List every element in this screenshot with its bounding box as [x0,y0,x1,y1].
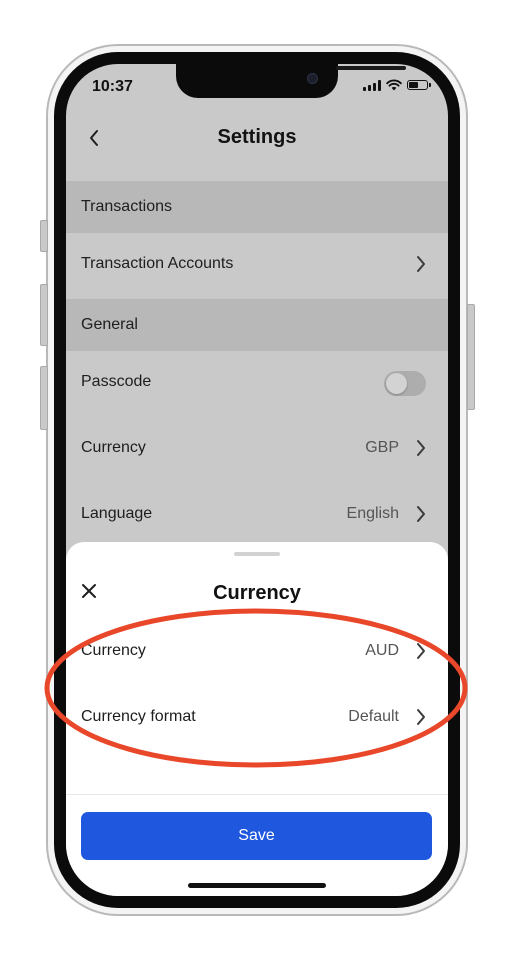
power-button [467,304,475,410]
row-label: Currency [81,439,146,456]
settings-row-language[interactable]: Language English [66,483,448,547]
chevron-right-icon [417,709,425,725]
section-header-transactions: Transactions [66,181,448,233]
volume-up-button [40,284,48,346]
section-header-label: Transactions [81,198,172,215]
nav-bar: Settings [66,114,448,162]
silent-switch [40,220,48,252]
toggle-knob [386,373,407,394]
row-value: Default [348,708,399,725]
battery-icon [407,80,431,90]
sheet-row-currency-format[interactable]: Currency format Default [66,686,448,750]
chevron-right-icon [417,506,425,522]
sheet-grabber[interactable] [234,552,280,556]
section-header-general: General [66,299,448,351]
currency-bottom-sheet: Currency Currency AUD Currency format De… [66,542,448,896]
row-label: Currency format [81,708,196,725]
row-label: Passcode [81,373,152,390]
row-label: Currency [81,642,146,659]
notch [176,64,406,98]
sheet-title: Currency [213,582,301,604]
status-icons [363,79,431,91]
screen: 10:37 Settings Transactions Transaction … [66,64,448,896]
front-camera [307,73,318,84]
settings-row-currency[interactable]: Currency GBP [66,417,448,481]
sheet-row-currency[interactable]: Currency AUD [66,620,448,684]
wifi-icon [386,79,402,91]
volume-down-button [40,366,48,430]
speaker-grille [336,66,406,70]
row-value: AUD [365,642,399,659]
signal-icon [363,79,381,91]
row-label: Language [81,505,153,522]
section-header-label: General [81,316,138,333]
chevron-right-icon [417,643,425,659]
chevron-right-icon [417,256,425,272]
row-label: Transaction Accounts [81,255,234,272]
settings-row-passcode: Passcode [66,351,448,415]
save-button[interactable]: Save [81,812,432,860]
row-value: GBP [365,439,399,456]
passcode-toggle[interactable] [384,371,426,396]
settings-row-transaction-accounts[interactable]: Transaction Accounts [66,233,448,297]
page-title: Settings [217,126,297,148]
chevron-right-icon [417,440,425,456]
row-value: English [346,505,399,522]
divider [66,794,448,795]
status-time: 10:37 [92,78,133,95]
home-indicator [188,883,326,888]
